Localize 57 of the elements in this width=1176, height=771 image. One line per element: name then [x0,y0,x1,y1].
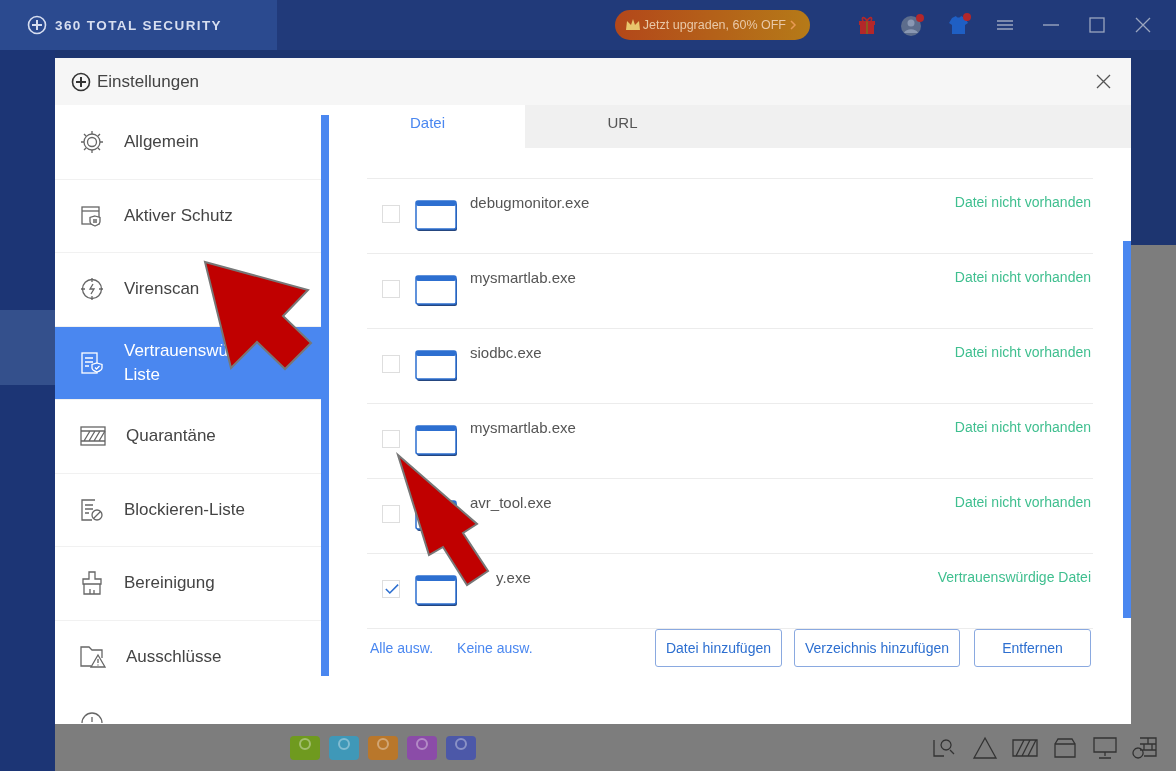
file-status: Datei nicht vorhanden [954,493,1091,510]
box-icon[interactable] [1052,735,1078,760]
file-name: y.exe [495,568,532,586]
file-name: avr_tool.exe [470,493,553,511]
quarantine-icon [80,424,106,449]
scrollbar-thumb[interactable] [1123,240,1131,618]
scrollbar-thumb[interactable] [321,115,329,676]
window-icon [415,199,458,232]
checkbox[interactable] [382,279,400,298]
crown-icon [624,18,641,32]
file-status: Vertrauenswürdige Datei [937,568,1091,585]
file-status: Datei nicht vorhanden [954,193,1091,210]
app-tile-icon [446,735,476,760]
select-link[interactable]: Alle ausw. [370,640,434,657]
window-icon [415,424,458,457]
checkbox[interactable] [382,579,400,598]
file-status: Datei nicht vorhanden [954,268,1091,285]
nav-item[interactable]: Allgemein [55,105,321,179]
brush-icon [80,571,104,596]
monitor-icon[interactable] [1092,735,1118,760]
app-tile-icon [329,735,359,760]
app-tile-icon [290,735,320,760]
action-button[interactable]: Datei hinzufügen [654,629,782,668]
window-shield-icon [80,203,104,228]
file-name: mysmartlab.exe [470,268,577,286]
window-icon [415,349,458,382]
logo-icon [27,15,47,35]
action-button[interactable]: Entfernen [974,629,1091,668]
chevron-icon [788,19,798,31]
scan-icon [80,277,104,302]
app-tile-icon [368,735,398,760]
window-icon [415,574,458,607]
dialog-title: Einstellungen [97,71,201,92]
checkbox[interactable] [382,204,400,223]
file-name: siodbc.exe [470,343,543,361]
folder-warning-icon [80,644,106,669]
tab[interactable]: URL [525,105,720,148]
file-name: mysmartlab.exe [470,418,577,436]
list-shield-icon [80,350,104,375]
file-status: Datei nicht vorhanden [954,418,1091,435]
info-icon [80,712,104,724]
action-button[interactable]: Verzeichnis hinzufügen [794,629,960,668]
plus-circle-icon [71,71,91,92]
firewall-icon[interactable] [1132,735,1158,760]
checkbox[interactable] [382,504,400,523]
select-link[interactable]: Keine ausw. [457,640,533,657]
gear-icon [80,129,104,154]
window-icon [415,274,458,307]
tab[interactable]: Datei [330,105,525,148]
checkbox[interactable] [382,429,400,448]
warning-icon[interactable] [972,735,998,760]
list-block-icon [80,497,104,522]
app-title: 360 TOTAL SECURITY [55,17,222,33]
app-tile-icon [407,735,437,760]
file-name: debugmonitor.exe [470,193,591,211]
checkbox[interactable] [382,354,400,373]
file-status: Datei nicht vorhanden [954,343,1091,360]
